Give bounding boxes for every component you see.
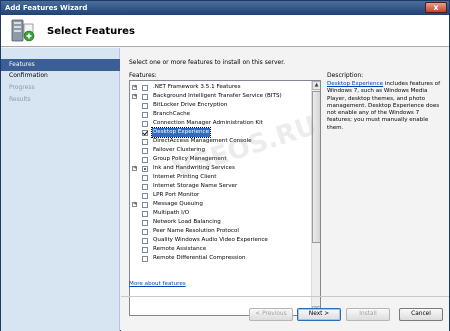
feature-row[interactable]: Remote Differential Compression	[130, 254, 311, 263]
nav-item-results: Results	[9, 96, 31, 103]
feature-label[interactable]: Internet Storage Name Server	[152, 182, 238, 191]
feature-row[interactable]: Internet Storage Name Server	[130, 182, 311, 191]
nav-item-progress: Progress	[9, 84, 35, 91]
feature-label[interactable]: BranchCache	[152, 110, 191, 119]
next-button[interactable]: Next >	[297, 308, 341, 321]
feature-checkbox[interactable]	[142, 147, 148, 154]
intro-text: Select one or more features to install o…	[129, 59, 286, 66]
previous-button[interactable]: < Previous	[249, 308, 293, 321]
feature-row[interactable]: Internet Printing Client	[130, 173, 311, 182]
feature-checkbox[interactable]	[142, 102, 148, 109]
more-about-features-link[interactable]: More about features	[129, 281, 186, 287]
feature-row[interactable]: BitLocker Drive Encryption	[130, 101, 311, 110]
feature-checkbox[interactable]	[142, 156, 148, 163]
wizard-header: Select Features	[1, 15, 449, 47]
feature-row[interactable]: + Background Intelligent Transfer Service…	[130, 92, 311, 101]
feature-checkbox[interactable]	[142, 129, 148, 136]
feature-row[interactable]: + Ink and Handwriting Services	[130, 164, 311, 173]
feature-label[interactable]: Remote Differential Compression	[152, 254, 247, 263]
feature-checkbox[interactable]	[142, 174, 148, 181]
feature-label[interactable]: LPR Port Monitor	[152, 191, 200, 200]
install-button[interactable]: Install	[346, 308, 390, 321]
feature-description: Desktop Experience includes features of …	[327, 81, 445, 132]
feature-checkbox[interactable]	[142, 192, 148, 199]
cancel-button[interactable]: Cancel	[399, 308, 443, 321]
feature-row[interactable]: Desktop Experience	[130, 127, 311, 138]
expand-plus-icon[interactable]: +	[132, 85, 137, 90]
wizard-steps-nav: Features Confirmation Progress Results	[1, 48, 120, 331]
expand-plus-icon[interactable]: +	[132, 94, 137, 99]
feature-label[interactable]: BitLocker Drive Encryption	[152, 101, 228, 110]
feature-checkbox[interactable]	[142, 120, 148, 127]
feature-label[interactable]: Internet Printing Client	[152, 173, 217, 182]
feature-row[interactable]: DirectAccess Management Console	[130, 137, 311, 146]
title-bar[interactable]: Add Features Wizard x	[1, 1, 449, 15]
feature-label[interactable]: .NET Framework 3.5.1 Features	[152, 83, 242, 92]
feature-label[interactable]: Message Queuing	[152, 200, 204, 209]
feature-label[interactable]: Network Load Balancing	[152, 218, 222, 227]
add-features-wizard-window: Add Features Wizard x Select Features Fe…	[0, 0, 450, 331]
feature-checkbox[interactable]	[142, 237, 148, 244]
window-title: Add Features Wizard	[5, 4, 88, 12]
server-add-feature-icon	[8, 18, 38, 44]
feature-row[interactable]: + .NET Framework 3.5.1 Features	[130, 83, 311, 92]
feature-row[interactable]: Connection Manager Administration Kit	[130, 119, 311, 128]
features-label: Features:	[129, 72, 157, 79]
feature-row[interactable]: Quality Windows Audio Video Experience	[130, 236, 311, 245]
feature-label[interactable]: Group Policy Management	[152, 155, 228, 164]
page-title: Select Features	[47, 26, 135, 37]
feature-row[interactable]: Remote Assistance	[130, 245, 311, 254]
feature-label[interactable]: Background Intelligent Transfer Service …	[152, 92, 283, 101]
scroll-thumb[interactable]	[312, 91, 320, 243]
feature-row[interactable]: Network Load Balancing	[130, 218, 311, 227]
feature-label[interactable]: Quality Windows Audio Video Experience	[152, 236, 269, 245]
feature-label[interactable]: Failover Clustering	[152, 146, 206, 155]
feature-checkbox[interactable]	[142, 93, 148, 100]
feature-row[interactable]: LPR Port Monitor	[130, 191, 311, 200]
feature-checkbox[interactable]	[142, 183, 148, 190]
close-button[interactable]: x	[425, 2, 447, 13]
feature-row[interactable]: Peer Name Resolution Protocol	[130, 227, 311, 236]
description-label: Description:	[327, 72, 364, 79]
chevron-up-icon: ▲	[314, 82, 319, 88]
feature-checkbox[interactable]	[142, 111, 148, 118]
feature-checkbox[interactable]	[142, 210, 148, 217]
nav-item-confirmation[interactable]: Confirmation	[1, 70, 120, 82]
feature-label[interactable]: Ink and Handwriting Services	[152, 164, 236, 173]
feature-checkbox[interactable]	[142, 84, 148, 91]
feature-checkbox[interactable]	[142, 165, 148, 172]
feature-rows: + .NET Framework 3.5.1 Features + Backgroun…	[130, 83, 311, 263]
feature-label[interactable]: Peer Name Resolution Protocol	[152, 227, 240, 236]
scroll-up-button[interactable]: ▲	[312, 81, 320, 90]
feature-row[interactable]: Group Policy Management	[130, 155, 311, 164]
expand-plus-icon[interactable]: +	[132, 166, 137, 171]
feature-row[interactable]: Multipath I/O	[130, 209, 311, 218]
description-feature-link[interactable]: Desktop Experience	[327, 81, 383, 87]
feature-checkbox[interactable]	[142, 201, 148, 208]
feature-checkbox[interactable]	[142, 246, 148, 253]
feature-label[interactable]: Multipath I/O	[152, 209, 190, 218]
feature-label[interactable]: DirectAccess Management Console	[152, 137, 253, 146]
feature-checkbox[interactable]	[142, 228, 148, 235]
feature-label[interactable]: Desktop Experience	[150, 127, 212, 138]
feature-label[interactable]: Connection Manager Administration Kit	[152, 119, 264, 128]
features-scrollbar[interactable]: ▲ ▼	[311, 81, 320, 315]
description-body: includes features of Windows 7, such as …	[327, 81, 441, 131]
feature-row[interactable]: BranchCache	[130, 110, 311, 119]
close-icon: x	[433, 3, 439, 12]
feature-row[interactable]: + Message Queuing	[130, 200, 311, 209]
feature-checkbox[interactable]	[142, 138, 148, 145]
expand-plus-icon[interactable]: +	[132, 202, 137, 207]
footer-divider	[121, 296, 449, 297]
feature-label[interactable]: Remote Assistance	[152, 245, 207, 254]
feature-checkbox[interactable]	[142, 219, 148, 226]
feature-row[interactable]: Failover Clustering	[130, 146, 311, 155]
feature-checkbox[interactable]	[142, 255, 148, 262]
content-pane: Select one or more features to install o…	[121, 48, 449, 331]
